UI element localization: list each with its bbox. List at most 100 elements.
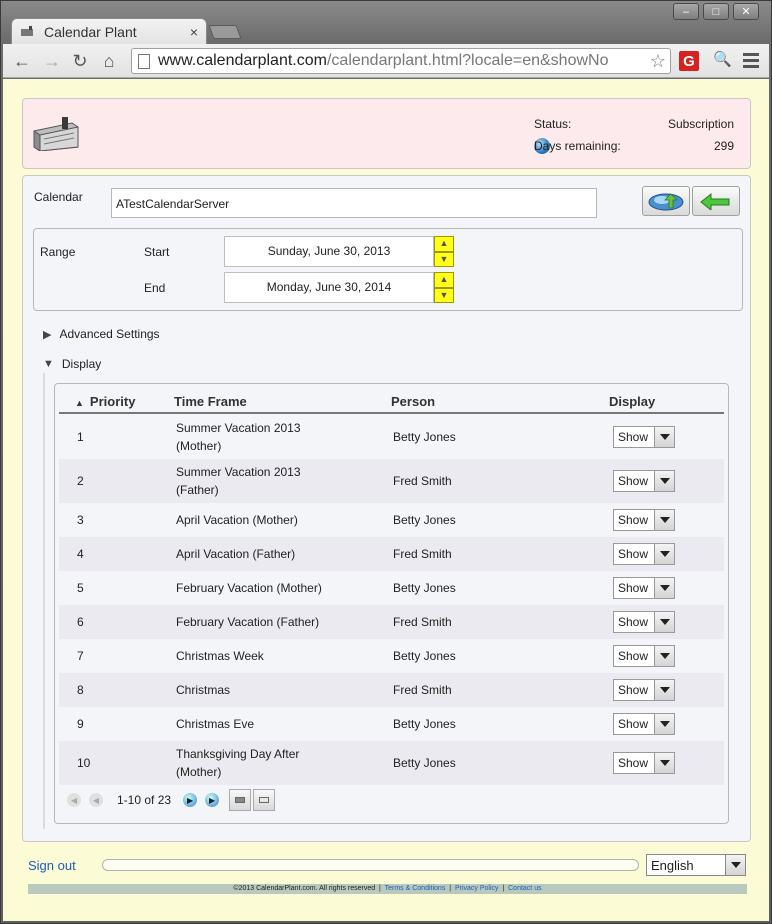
sign-out-link[interactable]: Sign out: [28, 858, 76, 873]
timeframe-cell: April Vacation (Mother): [176, 513, 298, 527]
forward-icon[interactable]: →: [41, 51, 63, 71]
spin-up-icon[interactable]: ▲: [434, 272, 454, 288]
upload-button[interactable]: [642, 186, 690, 216]
expand-view-button[interactable]: [253, 789, 276, 811]
start-date-spinner[interactable]: ▲ ▼: [434, 236, 454, 267]
display-select[interactable]: Show: [613, 470, 675, 492]
extension-g-icon[interactable]: G: [679, 51, 699, 71]
table-row[interactable]: 2 Summer Vacation 2013 (Father) Fred Smith…: [59, 459, 724, 503]
table-row[interactable]: 7 Christmas Week Betty Jones Show: [59, 639, 724, 673]
timeframe-cell: February Vacation (Father): [176, 615, 320, 629]
spin-down-icon[interactable]: ▼: [434, 251, 454, 267]
display-select[interactable]: Show: [613, 543, 675, 565]
end-date-spinner[interactable]: ▲ ▼: [434, 272, 454, 303]
spin-up-icon[interactable]: ▲: [434, 236, 454, 252]
copyright-text: ©2013 CalendarPlant.com. All rights rese…: [233, 885, 376, 892]
spin-down-icon[interactable]: ▼: [434, 287, 454, 303]
language-select[interactable]: English: [646, 854, 746, 876]
calendar-input[interactable]: ATestCalendarServer: [111, 188, 597, 218]
chevron-down-icon[interactable]: [654, 427, 674, 447]
priority-cell: 8: [77, 683, 84, 697]
next-page-icon[interactable]: ▶: [183, 793, 198, 807]
display-select[interactable]: Show: [613, 679, 675, 701]
back-icon[interactable]: ←: [11, 51, 33, 71]
advanced-settings-toggle[interactable]: ▶ Advanced Settings: [43, 327, 160, 341]
person-cell: Fred Smith: [393, 683, 452, 697]
display-select[interactable]: Show: [613, 509, 675, 531]
priority-cell: 4: [77, 547, 84, 561]
chevron-down-icon[interactable]: [654, 544, 674, 564]
address-bar[interactable]: www.calendarplant.com/calendarplant.html…: [131, 48, 671, 74]
col-person-header[interactable]: Person: [391, 394, 435, 409]
timeframe-cell: Summer Vacation 2013 (Father): [176, 465, 301, 497]
url-text: www.calendarplant.com/calendarplant.html…: [158, 52, 609, 69]
header-panel: Status: Subscription Days remaining: 299: [22, 98, 751, 169]
chevron-down-icon[interactable]: [654, 753, 674, 773]
display-table: ▲ Priority Time Frame Person Display 1 Sum…: [54, 383, 729, 824]
factory-logo-icon: [33, 117, 79, 151]
table-header: ▲ Priority Time Frame Person Display: [59, 388, 724, 414]
privacy-link[interactable]: Privacy Policy: [455, 885, 499, 892]
col-priority-header[interactable]: ▲ Priority: [75, 394, 135, 409]
col-display-header[interactable]: Display: [609, 394, 655, 409]
end-date-field[interactable]: Monday, June 30, 2014: [224, 272, 434, 303]
display-toggle[interactable]: ▼ Display: [43, 357, 101, 371]
new-tab-button[interactable]: [208, 25, 242, 39]
browser-toolbar: ← → ↻ ⌂ www.calendarplant.com/calendarpl…: [3, 44, 769, 78]
browser-tab[interactable]: Calendar Plant ×: [11, 18, 207, 44]
window-controls: – □ ✕: [673, 3, 759, 20]
table-row[interactable]: 1 Summer Vacation 2013 (Mother) Betty Jone…: [59, 415, 724, 459]
close-window-button[interactable]: ✕: [733, 3, 759, 20]
table-row[interactable]: 9 Christmas Eve Betty Jones Show: [59, 707, 724, 741]
return-arrow-icon: [700, 192, 730, 210]
chevron-down-icon[interactable]: [654, 510, 674, 530]
home-icon[interactable]: ⌂: [98, 51, 120, 71]
last-page-icon[interactable]: ▶: [205, 793, 220, 807]
display-select[interactable]: Show: [613, 713, 675, 735]
start-date-field[interactable]: Sunday, June 30, 2013: [224, 236, 434, 267]
table-row[interactable]: 3 April Vacation (Mother) Betty Jones Show: [59, 503, 724, 537]
chevron-down-icon[interactable]: [654, 646, 674, 666]
table-row[interactable]: 4 April Vacation (Father) Fred Smith Show: [59, 537, 724, 571]
range-box: Range Start Sunday, June 30, 2013 ▲ ▼ En…: [33, 228, 743, 311]
display-select[interactable]: Show: [613, 426, 675, 448]
table-row[interactable]: 8 Christmas Fred Smith Show: [59, 673, 724, 707]
timeframe-cell: February Vacation (Mother): [176, 581, 322, 595]
start-label: Start: [144, 245, 170, 259]
priority-cell: 7: [77, 649, 84, 663]
first-page-icon[interactable]: ◀: [67, 793, 81, 807]
enter-button[interactable]: [692, 186, 740, 216]
maximize-button[interactable]: □: [703, 3, 729, 20]
timeframe-cell: Christmas Week: [176, 649, 264, 663]
priority-cell: 9: [77, 717, 84, 731]
timeframe-cell: Christmas Eve: [176, 717, 255, 731]
display-select[interactable]: Show: [613, 752, 675, 774]
collapse-view-button[interactable]: [229, 789, 252, 811]
chevron-down-icon[interactable]: [654, 680, 674, 700]
display-select[interactable]: Show: [613, 611, 675, 633]
minimize-button[interactable]: –: [673, 3, 699, 20]
table-row[interactable]: 6 February Vacation (Father) Fred Smith Sho…: [59, 605, 724, 639]
display-select[interactable]: Show: [613, 577, 675, 599]
prev-page-icon[interactable]: ◀: [89, 793, 103, 807]
chevron-down-icon[interactable]: [654, 578, 674, 598]
tab-close-icon[interactable]: ×: [190, 24, 198, 40]
timeframe-cell: April Vacation (Father): [176, 547, 296, 561]
table-row[interactable]: 5 February Vacation (Mother) Betty Jones Sh…: [59, 571, 724, 605]
table-row[interactable]: 10 Thanksgiving Day After (Mother) Betty J…: [59, 741, 724, 785]
bookmark-star-icon[interactable]: ☆: [650, 51, 666, 72]
chevron-down-icon[interactable]: [654, 471, 674, 491]
reload-icon[interactable]: ↻: [69, 51, 91, 71]
extension-search-icon[interactable]: 🔍: [713, 50, 732, 68]
chevron-down-icon[interactable]: [725, 855, 745, 875]
display-select[interactable]: Show: [613, 645, 675, 667]
chevron-down-icon[interactable]: [654, 612, 674, 632]
timeframe-cell: Thanksgiving Day After (Mother): [176, 747, 300, 779]
contact-link[interactable]: Contact us: [508, 885, 541, 892]
terms-link[interactable]: Terms & Conditions: [385, 885, 446, 892]
chevron-down-icon[interactable]: [654, 714, 674, 734]
menu-icon[interactable]: [743, 53, 759, 71]
pager: ◀ ◀ 1-10 of 23 ▶ ▶: [67, 789, 276, 811]
col-timeframe-header[interactable]: Time Frame: [174, 394, 247, 409]
triangle-down-icon: ▼: [43, 358, 54, 370]
